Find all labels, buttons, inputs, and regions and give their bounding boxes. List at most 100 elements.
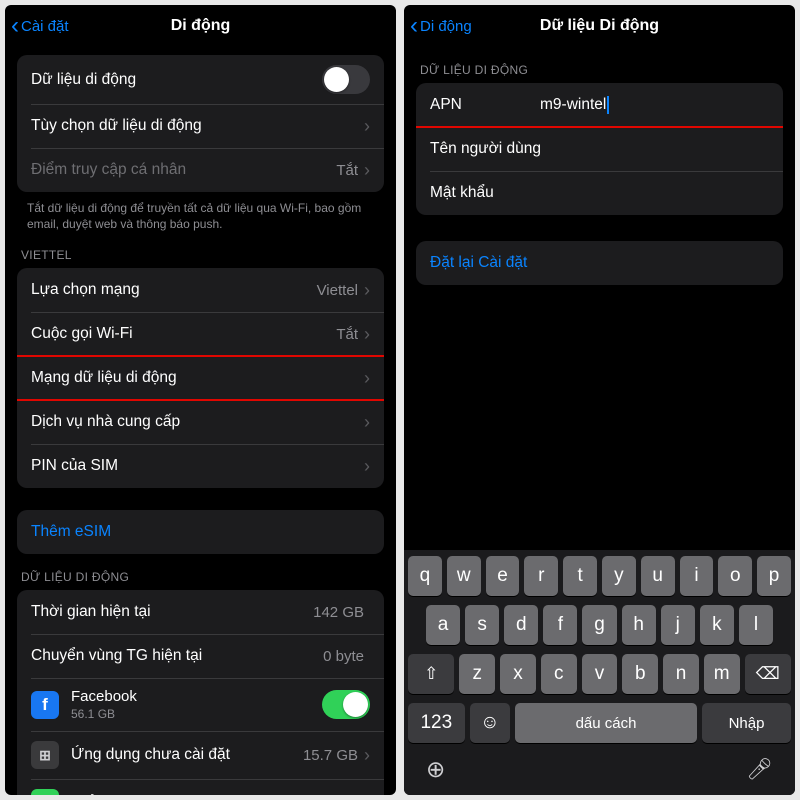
roaming-label: Chuyển vùng TG hiện tại	[31, 647, 323, 665]
return-key[interactable]: Nhập	[702, 703, 791, 743]
wifi-calling-value: Tắt	[336, 326, 358, 343]
key-s[interactable]: s	[465, 605, 499, 645]
key-f[interactable]: f	[543, 605, 577, 645]
navbar: ‹ Di động Dữ liệu Di động	[404, 5, 795, 47]
row-add-esim[interactable]: Thêm eSIM	[17, 510, 384, 554]
key-a[interactable]: a	[426, 605, 460, 645]
key-j[interactable]: j	[661, 605, 695, 645]
row-wifi-calling[interactable]: Cuộc gọi Wi-Fi Tắt ›	[17, 312, 384, 356]
row-app-facebook[interactable]: f Facebook 56.1 GB	[17, 678, 384, 731]
add-esim-label: Thêm eSIM	[31, 523, 370, 541]
row-network-selection[interactable]: Lựa chọn mạng Viettel ›	[17, 268, 384, 312]
row-cellular-options[interactable]: Tùy chọn dữ liệu di động ›	[17, 104, 384, 148]
row-uninstalled-apps[interactable]: ⊞ Ứng dụng chưa cài đặt 15.7 GB ›	[17, 731, 384, 779]
row-personal-hotspot[interactable]: Điểm truy cập cá nhân Tắt ›	[17, 148, 384, 192]
backspace-key[interactable]: ⌫	[745, 654, 791, 694]
row-roaming[interactable]: Chuyển vùng TG hiện tại 0 byte	[17, 634, 384, 678]
key-k[interactable]: k	[700, 605, 734, 645]
key-h[interactable]: h	[622, 605, 656, 645]
key-u[interactable]: u	[641, 556, 675, 596]
chevron-right-icon: ›	[364, 745, 370, 766]
chevron-left-icon: ‹	[11, 14, 19, 38]
appstore-icon: ⊞	[31, 741, 59, 769]
uninstalled-value: 15.7 GB	[303, 747, 358, 764]
apn-input[interactable]: m9-wintel	[540, 96, 769, 114]
key-z[interactable]: z	[459, 654, 495, 694]
hotspot-icon: ⊘	[31, 789, 59, 795]
key-p[interactable]: p	[757, 556, 791, 596]
username-label: Tên người dùng	[430, 140, 541, 158]
row-username[interactable]: Tên người dùng	[416, 127, 783, 171]
key-g[interactable]: g	[582, 605, 616, 645]
chevron-right-icon: ›	[364, 324, 370, 345]
row-sim-pin[interactable]: PIN của SIM ›	[17, 444, 384, 488]
key-d[interactable]: d	[504, 605, 538, 645]
group-carrier: Lựa chọn mạng Viettel › Cuộc gọi Wi-Fi T…	[17, 268, 384, 488]
facebook-label: Facebook	[71, 688, 322, 705]
keyboard-row-2: asdfghjkl	[408, 605, 791, 645]
network-selection-value: Viettel	[317, 282, 358, 299]
sim-pin-label: PIN của SIM	[31, 457, 364, 475]
key-o[interactable]: o	[718, 556, 752, 596]
row-password[interactable]: Mật khẩu	[416, 171, 783, 215]
mic-icon[interactable]: 🎤︎	[746, 758, 773, 782]
chevron-right-icon: ›	[364, 793, 370, 795]
chevron-right-icon: ›	[364, 160, 370, 181]
group-add-esim: Thêm eSIM	[17, 510, 384, 554]
left-phone: ‹ Cài đặt Di động Dữ liệu di động Tùy ch…	[5, 5, 396, 795]
back-button[interactable]: ‹ Di động	[404, 14, 472, 38]
key-m[interactable]: m	[704, 654, 740, 694]
key-v[interactable]: v	[582, 654, 618, 694]
shift-key[interactable]: ⇧	[408, 654, 454, 694]
roaming-value: 0 byte	[323, 648, 364, 665]
key-i[interactable]: i	[680, 556, 714, 596]
facebook-icon: f	[31, 691, 59, 719]
network-selection-label: Lựa chọn mạng	[31, 281, 317, 299]
navbar: ‹ Cài đặt Di động	[5, 5, 396, 47]
key-l[interactable]: l	[739, 605, 773, 645]
hotspot-usage-label: Điểm truy cập cá nhân	[71, 794, 303, 795]
right-phone: ‹ Di động Dữ liệu Di động DỮ LIỆU DI ĐỘN…	[404, 5, 795, 795]
row-cellular-data[interactable]: Dữ liệu di động	[17, 55, 384, 104]
cellular-data-toggle[interactable]	[322, 65, 370, 94]
row-reset-settings[interactable]: Đặt lại Cài đặt	[416, 241, 783, 285]
key-y[interactable]: y	[602, 556, 636, 596]
section-cellular-data: DỮ LIỆU DI ĐỘNG	[404, 47, 795, 83]
key-r[interactable]: r	[524, 556, 558, 596]
emoji-key[interactable]: ☺	[470, 703, 510, 743]
key-n[interactable]: n	[663, 654, 699, 694]
row-current-period[interactable]: Thời gian hiện tại 142 GB	[17, 590, 384, 634]
row-hotspot-usage[interactable]: ⊘ Điểm truy cập cá nhân 15.4 GB ›	[17, 779, 384, 795]
data-network-label: Mạng dữ liệu di động	[31, 369, 364, 387]
personal-hotspot-value: Tắt	[336, 162, 358, 179]
key-x[interactable]: x	[500, 654, 536, 694]
keyboard-row-3: ⇧ zxcvbnm ⌫	[408, 654, 791, 694]
chevron-right-icon: ›	[364, 456, 370, 477]
cellular-data-label: Dữ liệu di động	[31, 71, 322, 89]
chevron-left-icon: ‹	[410, 14, 418, 38]
key-e[interactable]: e	[486, 556, 520, 596]
carrier-services-label: Dịch vụ nhà cung cấp	[31, 413, 364, 431]
keyboard: qwertyuiop asdfghjkl ⇧ zxcvbnm ⌫ 123 ☺ d…	[404, 550, 795, 795]
globe-icon[interactable]: ⊕	[426, 756, 445, 783]
apn-label: APN	[430, 96, 540, 114]
row-apn[interactable]: APN m9-wintel	[416, 83, 783, 127]
key-t[interactable]: t	[563, 556, 597, 596]
key-b[interactable]: b	[622, 654, 658, 694]
current-period-value: 142 GB	[313, 604, 364, 621]
group-usage: Thời gian hiện tại 142 GB Chuyển vùng TG…	[17, 590, 384, 795]
keyboard-row-1: qwertyuiop	[408, 556, 791, 596]
back-button[interactable]: ‹ Cài đặt	[5, 14, 69, 38]
uninstalled-label: Ứng dụng chưa cài đặt	[71, 746, 303, 764]
chevron-right-icon: ›	[364, 116, 370, 137]
mode-key[interactable]: 123	[408, 703, 465, 743]
row-data-network[interactable]: Mạng dữ liệu di động ›	[17, 356, 384, 400]
personal-hotspot-label: Điểm truy cập cá nhân	[31, 161, 336, 179]
key-c[interactable]: c	[541, 654, 577, 694]
space-key[interactable]: dấu cách	[515, 703, 697, 743]
row-carrier-services[interactable]: Dịch vụ nhà cung cấp ›	[17, 400, 384, 444]
facebook-toggle[interactable]	[322, 690, 370, 719]
key-q[interactable]: q	[408, 556, 442, 596]
password-label: Mật khẩu	[430, 184, 494, 202]
key-w[interactable]: w	[447, 556, 481, 596]
